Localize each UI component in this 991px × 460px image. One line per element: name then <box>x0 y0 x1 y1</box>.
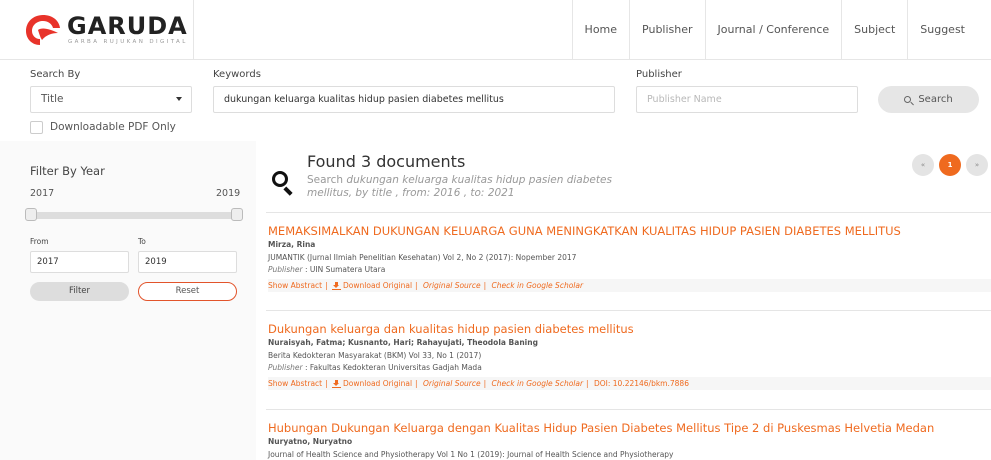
year-slider-min-handle[interactable] <box>25 208 37 221</box>
google-scholar-link[interactable]: Check in Google Scholar <box>492 379 584 388</box>
search-by-select[interactable]: Title <box>30 86 192 113</box>
show-abstract-link[interactable]: Show Abstract <box>268 281 322 290</box>
year-filter-sidebar: Filter By Year 2017 2019 From To 2017 20… <box>0 141 256 460</box>
search-form: Search By Title Keywords dukungan keluar… <box>0 61 991 141</box>
to-label: To <box>138 237 146 246</box>
reset-button[interactable]: Reset <box>138 282 237 301</box>
year-slider-max-handle[interactable] <box>231 208 243 221</box>
divider <box>266 409 991 410</box>
search-button[interactable]: Search <box>878 86 979 113</box>
year-range-min: 2017 <box>30 188 55 199</box>
prev-page-button[interactable]: « <box>912 154 934 176</box>
result-publisher: Publisher : Fakultas Kedokteran Universi… <box>268 363 991 374</box>
download-original-link[interactable]: Download Original <box>343 281 412 290</box>
search-summary: Search dukungan keluarga kualitas hidup … <box>307 174 637 200</box>
filter-title: Filter By Year <box>30 164 105 178</box>
result-title[interactable]: Dukungan keluarga dan kualitas hidup pas… <box>268 321 991 337</box>
keywords-input[interactable]: dukungan keluarga kualitas hidup pasien … <box>213 86 615 113</box>
divider <box>266 310 991 311</box>
result-links: Show Abstract | Download Original | Origin… <box>268 279 991 292</box>
search-prefix: Search <box>307 174 344 186</box>
keywords-label: Keywords <box>213 69 261 80</box>
header-divider <box>193 0 194 60</box>
results-count: Found 3 documents <box>307 152 466 171</box>
search-icon <box>904 96 912 103</box>
next-page-button[interactable]: » <box>966 154 988 176</box>
result-journal[interactable]: JUMANTIK (Jurnal Ilmiah Penelitian Keseh… <box>268 253 991 264</box>
year-range-max: 2019 <box>216 188 241 199</box>
result-item: Dukungan keluarga dan kualitas hidup pas… <box>268 321 991 390</box>
search-icon <box>272 171 294 196</box>
google-scholar-link[interactable]: Check in Google Scholar <box>492 281 584 290</box>
publisher-label: Publisher <box>268 265 303 274</box>
result-title[interactable]: Hubungan Dukungan Keluarga dengan Kualit… <box>268 420 991 436</box>
nav-home[interactable]: Home <box>571 0 629 60</box>
result-publisher: Publisher : UIN Sumatera Utara <box>268 265 991 276</box>
results-panel: Found 3 documents Search dukungan keluar… <box>256 141 991 460</box>
filter-button[interactable]: Filter <box>30 282 129 301</box>
divider <box>266 212 991 213</box>
main-nav: Home Publisher Journal / Conference Subj… <box>571 0 977 60</box>
search-criteria: , by title , from: 2016 , to: 2021 <box>348 187 515 199</box>
pdf-only-checkbox[interactable] <box>30 121 43 134</box>
result-authors: Nuraisyah, Fatma; Kusnanto, Hari; Rahayu… <box>268 338 538 347</box>
result-journal[interactable]: Berita Kedokteran Masyarakat (BKM) Vol 3… <box>268 351 991 362</box>
publisher-label: Publisher <box>636 69 682 80</box>
chevron-down-icon <box>176 97 182 101</box>
publisher-name: : Fakultas Kedokteran Universitas Gadjah… <box>302 363 482 372</box>
nav-subject[interactable]: Subject <box>841 0 907 60</box>
publisher-name: : UIN Sumatera Utara <box>302 265 386 274</box>
publisher-label: Publisher <box>268 363 303 372</box>
result-links: Show Abstract | Download Original | Origin… <box>268 377 991 390</box>
search-button-label: Search <box>918 94 953 105</box>
result-item: Hubungan Dukungan Keluarga dengan Kualit… <box>268 420 991 460</box>
doi-link[interactable]: DOI: 10.22146/bkm.7886 <box>594 379 689 388</box>
result-authors: Nuryatno, Nuryatno <box>268 437 353 446</box>
garuda-bird-icon <box>26 15 60 45</box>
result-journal[interactable]: Journal of Health Science and Physiother… <box>268 450 991 460</box>
original-source-link[interactable]: Original Source <box>423 281 481 290</box>
garuda-logo[interactable]: GARUDA GARBA RUJUKAN DIGITAL <box>24 12 194 48</box>
to-year-input[interactable]: 2019 <box>138 251 237 273</box>
nav-suggest[interactable]: Suggest <box>907 0 977 60</box>
from-year-input[interactable]: 2017 <box>30 251 129 273</box>
show-abstract-link[interactable]: Show Abstract <box>268 379 322 388</box>
search-by-label: Search By <box>30 69 81 80</box>
result-authors: Mirza, Rina <box>268 240 316 249</box>
brand-tagline: GARBA RUJUKAN DIGITAL <box>68 39 188 45</box>
nav-journal-conference[interactable]: Journal / Conference <box>704 0 842 60</box>
page-1-button[interactable]: 1 <box>939 154 961 176</box>
search-by-value: Title <box>41 93 64 105</box>
pdf-only-label: Downloadable PDF Only <box>50 121 176 133</box>
top-header: GARUDA GARBA RUJUKAN DIGITAL Home Publis… <box>0 0 991 60</box>
result-title[interactable]: MEMAKSIMALKAN DUKUNGAN KELUARGA GUNA MEN… <box>268 223 991 239</box>
publisher-input[interactable]: Publisher Name <box>636 86 858 113</box>
download-icon <box>332 282 342 290</box>
download-icon <box>332 380 342 388</box>
nav-publisher[interactable]: Publisher <box>629 0 705 60</box>
result-item: MEMAKSIMALKAN DUKUNGAN KELUARGA GUNA MEN… <box>268 223 991 292</box>
brand-name: GARUDA <box>67 12 188 40</box>
download-original-link[interactable]: Download Original <box>343 379 412 388</box>
original-source-link[interactable]: Original Source <box>423 379 481 388</box>
from-label: From <box>30 237 49 246</box>
year-slider-track[interactable] <box>30 212 236 219</box>
